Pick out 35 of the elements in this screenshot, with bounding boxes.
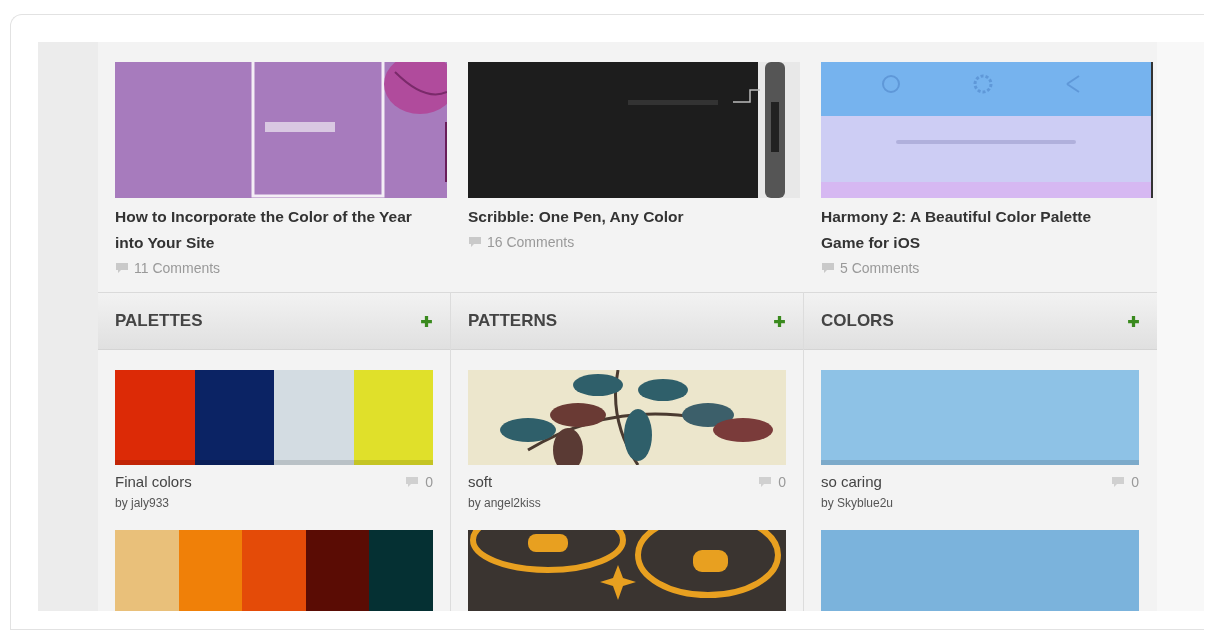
- color-swatch[interactable]: [178, 530, 243, 611]
- comment-icon: [1111, 475, 1126, 488]
- color-swatch[interactable]: [115, 370, 195, 465]
- item-name[interactable]: soft: [468, 473, 493, 490]
- comment-count: 0: [1131, 473, 1139, 490]
- item-name[interactable]: Final colors: [115, 473, 192, 490]
- color-swatch[interactable]: [115, 530, 179, 611]
- color-swatch[interactable]: [242, 530, 306, 611]
- article-title[interactable]: Harmony 2: A Beautiful Color Palette Game for iOS: [821, 204, 1133, 256]
- section-title[interactable]: PATTERNS: [468, 311, 558, 331]
- color-swatch[interactable]: [305, 530, 370, 611]
- color-swatch[interactable]: [194, 370, 274, 465]
- comment-count: 0: [778, 473, 786, 490]
- section-title[interactable]: COLORS: [821, 311, 894, 331]
- comment-icon: [115, 262, 129, 274]
- color-swatch[interactable]: [821, 530, 1139, 611]
- plus-icon[interactable]: [1127, 314, 1140, 328]
- article-title[interactable]: Scribble: One Pen, Any Color: [468, 204, 780, 230]
- comment-icon: [468, 236, 482, 248]
- color-swatch[interactable]: [369, 530, 433, 611]
- author-name[interactable]: by angel2kiss: [468, 496, 786, 510]
- comment-count: 0: [425, 473, 433, 490]
- author-name[interactable]: by Skyblue2u: [821, 496, 1140, 510]
- plus-icon[interactable]: [773, 314, 786, 328]
- comment-icon: [758, 475, 773, 488]
- color-swatch[interactable]: [821, 370, 1139, 465]
- plus-icon[interactable]: [420, 314, 433, 328]
- author-name[interactable]: by jaly933: [115, 496, 433, 510]
- comment-icon: [405, 475, 420, 488]
- section-title[interactable]: PALETTES: [115, 311, 203, 331]
- color-swatch[interactable]: [274, 370, 354, 465]
- comment-icon: [821, 262, 835, 274]
- article-title[interactable]: How to Incorporate the Color of the Year into Your Site: [115, 204, 427, 256]
- item-name[interactable]: so caring: [821, 473, 882, 490]
- color-swatch[interactable]: [353, 370, 433, 465]
